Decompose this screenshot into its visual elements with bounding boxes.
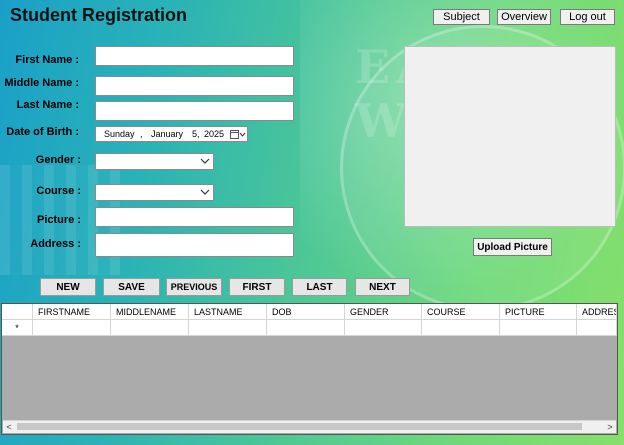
grid-column-header[interactable]: PICTURE — [500, 304, 577, 320]
grid-column-header[interactable]: GENDER — [345, 304, 422, 320]
grid-column-header[interactable]: COURSE — [422, 304, 500, 320]
grid-cell[interactable] — [189, 320, 267, 336]
grid-cell[interactable] — [345, 320, 422, 336]
picture-path-field[interactable] — [95, 207, 294, 227]
page-title: Student Registration — [10, 5, 188, 25]
upload-picture-button[interactable]: Upload Picture — [473, 238, 552, 256]
grid-cell[interactable] — [500, 320, 577, 336]
middle-name-label: Middle Name : — [4, 77, 79, 89]
chevron-down-icon — [200, 189, 210, 195]
previous-button[interactable]: PREVIOUS — [166, 278, 222, 296]
address-field[interactable] — [95, 233, 294, 257]
new-row-marker: * — [2, 320, 33, 336]
last-button[interactable]: LAST — [292, 278, 347, 296]
first-name-label: First Name : — [15, 54, 79, 66]
grid-cell[interactable] — [111, 320, 189, 336]
first-name-field[interactable] — [95, 46, 294, 66]
dob-year: 2025 — [204, 129, 225, 139]
gender-select[interactable] — [95, 153, 214, 170]
gender-label: Gender : — [35, 154, 81, 166]
dob-day: 5, — [192, 129, 200, 139]
first-button[interactable]: FIRST — [229, 278, 285, 296]
course-select[interactable] — [95, 184, 214, 201]
overview-button[interactable]: Overview — [497, 9, 551, 25]
student-grid[interactable]: FIRSTNAME MIDDLENAME LASTNAME DOB GENDER… — [1, 303, 618, 435]
middle-name-field[interactable] — [95, 76, 294, 96]
grid-cell[interactable] — [422, 320, 500, 336]
last-name-label: Last Name : — [16, 99, 79, 111]
dob-month: January — [151, 129, 184, 139]
next-button[interactable]: NEXT — [355, 278, 410, 296]
scroll-left-button[interactable]: < — [3, 421, 15, 433]
dob-separator: , — [140, 129, 143, 139]
course-label: Course : — [36, 185, 81, 197]
save-button[interactable]: SAVE — [103, 278, 160, 296]
dob-label: Date of Birth : — [6, 126, 79, 138]
scroll-right-button[interactable]: > — [604, 421, 616, 433]
dob-weekday: Sunday — [104, 129, 135, 139]
subject-button[interactable]: Subject — [433, 9, 490, 25]
picture-preview — [404, 46, 616, 227]
logout-button[interactable]: Log out — [560, 9, 615, 25]
picture-label: Picture : — [36, 214, 81, 226]
grid-column-header[interactable]: LASTNAME — [189, 304, 267, 320]
calendar-icon[interactable] — [230, 129, 246, 140]
last-name-field[interactable] — [95, 101, 294, 121]
address-label: Address : — [30, 238, 81, 250]
scroll-thumb[interactable] — [17, 423, 582, 430]
grid-column-header[interactable]: MIDDLENAME — [111, 304, 189, 320]
grid-column-header[interactable]: FIRSTNAME — [33, 304, 111, 320]
new-button[interactable]: NEW — [40, 278, 96, 296]
grid-cell[interactable] — [33, 320, 111, 336]
grid-column-header[interactable]: DOB — [267, 304, 345, 320]
grid-cell[interactable] — [267, 320, 345, 336]
chevron-down-icon — [200, 158, 210, 164]
app-window: EAST WOODS Student Registration Subject … — [0, 0, 624, 445]
grid-cell[interactable] — [577, 320, 617, 336]
row-header-corner — [2, 304, 33, 320]
grid-column-header[interactable]: ADDRESS — [577, 304, 617, 320]
horizontal-scrollbar[interactable]: < > — [3, 420, 616, 433]
dob-picker[interactable]: Sunday , January 5, 2025 — [95, 126, 248, 142]
